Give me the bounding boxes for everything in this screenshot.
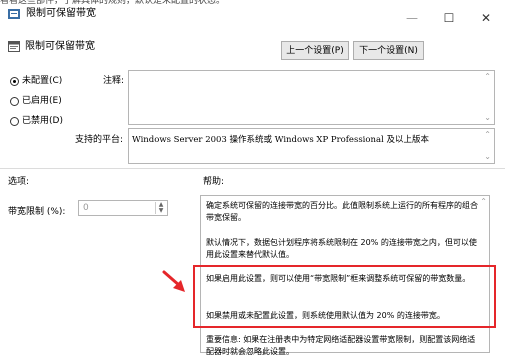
arrow-icon bbox=[162, 270, 185, 292]
scroll-up-icon[interactable]: ⌃ bbox=[484, 73, 491, 81]
setting-title: 限制可保留带宽 bbox=[25, 41, 95, 52]
radio-not-configured-label[interactable]: 未配置(C) bbox=[22, 76, 62, 87]
help-paragraph: 重要信息: 如果在注册表中为特定网络适配器设置带宽限制，则配置该网络适配器时就会… bbox=[206, 335, 476, 356]
spinner-arrows-icon[interactable]: ▲ ▼ bbox=[155, 202, 166, 214]
radio-disabled[interactable] bbox=[10, 117, 19, 126]
close-button[interactable]: ✕ bbox=[472, 9, 500, 27]
scroll-up-icon[interactable]: ⌃ bbox=[484, 131, 491, 139]
supported-value: Windows Server 2003 操作系统或 Windows XP Pro… bbox=[132, 135, 429, 145]
radio-disabled-label[interactable]: 已禁用(D) bbox=[22, 116, 63, 127]
minimize-button[interactable]: — bbox=[398, 9, 426, 27]
window-title: 限制可保留带宽 bbox=[26, 8, 96, 19]
bandwidth-spinner[interactable]: 0 ▲ ▼ bbox=[78, 200, 168, 216]
comment-textarea[interactable]: ⌃ ⌄ bbox=[128, 70, 495, 125]
scroll-down-icon[interactable]: ⌄ bbox=[484, 153, 491, 161]
radio-not-configured[interactable] bbox=[10, 77, 19, 86]
bandwidth-value[interactable]: 0 bbox=[83, 203, 89, 214]
policy-icon bbox=[8, 9, 20, 19]
options-heading: 选项: bbox=[8, 177, 30, 187]
section-divider bbox=[0, 168, 505, 169]
highlight-box bbox=[193, 265, 496, 328]
help-paragraph: 确定系统可保留的连接带宽的百分比。此值限制系统上运行的所有程序的组合带宽保留。 bbox=[206, 201, 478, 222]
scroll-down-icon[interactable]: ⌄ bbox=[484, 114, 491, 122]
help-paragraph: 默认情况下，数据包计划程序将系统限制在 20% 的连接带宽之内，但可以使用此设置… bbox=[206, 238, 477, 259]
supported-box: Windows Server 2003 操作系统或 Windows XP Pro… bbox=[128, 128, 495, 164]
prev-setting-button[interactable]: 上一个设置(P) bbox=[281, 41, 349, 60]
setting-icon bbox=[8, 41, 20, 52]
next-setting-button[interactable]: 下一个设置(N) bbox=[353, 41, 424, 60]
radio-enabled[interactable] bbox=[10, 97, 19, 106]
scroll-up-icon[interactable]: ⌃ bbox=[480, 198, 487, 206]
supported-label: 支持的平台: bbox=[75, 135, 124, 145]
bandwidth-label: 带宽限制 (%): bbox=[8, 207, 66, 217]
radio-enabled-label[interactable]: 已启用(E) bbox=[22, 96, 62, 107]
maximize-button[interactable]: ☐ bbox=[435, 9, 463, 27]
help-heading: 帮助: bbox=[203, 177, 225, 187]
comment-label: 注释: bbox=[103, 76, 125, 86]
